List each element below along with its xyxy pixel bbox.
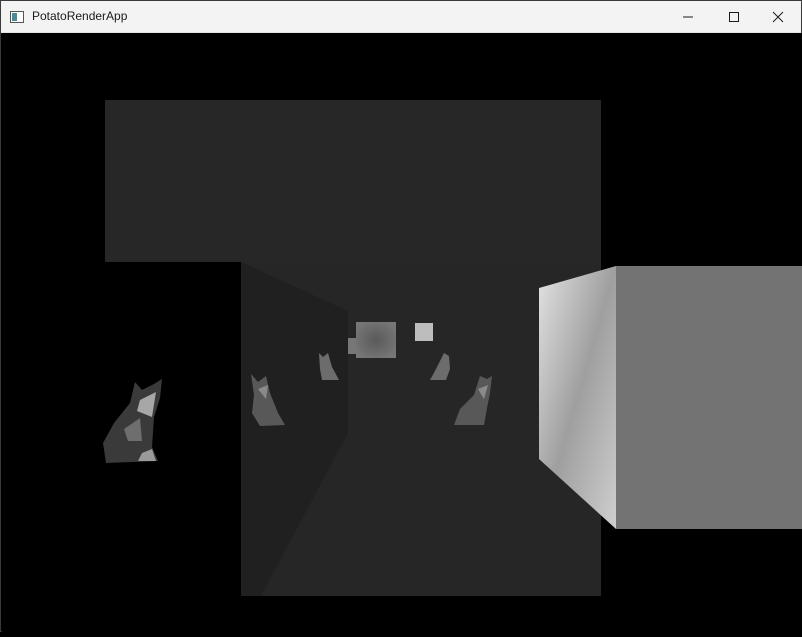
app-icon (10, 10, 24, 23)
minimize-button[interactable] (665, 1, 711, 32)
scene-canvas (103, 100, 802, 596)
painting-edge (348, 338, 356, 354)
title-bar[interactable]: PotatoRenderApp (1, 1, 801, 33)
cat-large-left (103, 379, 162, 463)
window-title: PotatoRenderApp (32, 9, 128, 23)
maximize-button[interactable] (711, 1, 757, 32)
back-wall-top (105, 100, 601, 262)
maximize-icon (728, 11, 740, 23)
cube-right-face (616, 266, 802, 529)
painting-small (415, 323, 433, 341)
close-icon (772, 11, 784, 23)
app-window: PotatoRenderApp (0, 0, 802, 632)
close-button[interactable] (755, 1, 801, 32)
render-viewport[interactable] (2, 33, 802, 632)
minimize-icon (682, 11, 694, 23)
painting-large (356, 322, 396, 358)
